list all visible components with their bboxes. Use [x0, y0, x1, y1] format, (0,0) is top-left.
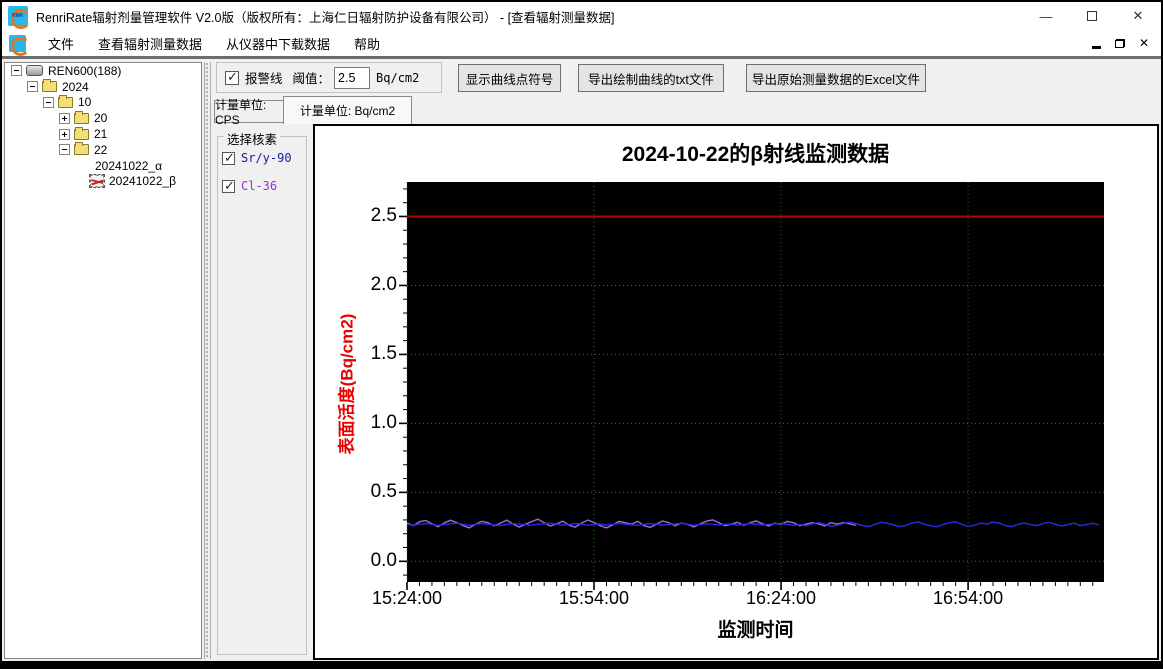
tree-item-20[interactable]: 20 [5, 110, 201, 126]
mdi-restore-icon[interactable] [1114, 38, 1125, 48]
tree-expander-minus-icon[interactable] [27, 81, 38, 93]
tree-expander-minus-icon[interactable] [59, 144, 70, 156]
maximize-button[interactable] [1069, 2, 1115, 30]
tree-expander-plus-icon[interactable] [59, 128, 70, 140]
tree-item-label: 20241022_α [95, 158, 163, 173]
tree-connector [75, 175, 86, 187]
nuclide-checkbox-cl-36[interactable] [222, 178, 235, 194]
tree-item-label: 10 [78, 95, 92, 110]
nuclide-select-group: 选择核素 Sr/y-90 Cl-36 [217, 129, 307, 655]
tree-item-20241022_α[interactable]: 20241022_α [5, 158, 201, 174]
nuclide-row-sr-y-90[interactable]: Sr/y-90 [222, 150, 306, 166]
app-window: RenriRate辐射剂量管理软件 V2.0版（版权所有：上海仁日辐射防护设备有… [0, 0, 1163, 669]
plot-area [399, 182, 1104, 590]
chart-title: 2024-10-22的β射线监测数据 [621, 143, 890, 166]
x-tick-label: 15:54:00 [558, 588, 630, 608]
y-tick-label: 1.5 [370, 343, 397, 365]
chart-canvas [399, 182, 1104, 590]
folder-icon [42, 79, 57, 93]
tree-expander-minus-icon[interactable] [11, 65, 22, 77]
title-bar: RenriRate辐射剂量管理软件 V2.0版（版权所有：上海仁日辐射防护设备有… [2, 2, 1161, 30]
nuclide-label-cl-36: Cl-36 [241, 179, 278, 193]
threshold-input[interactable] [334, 66, 371, 89]
threshold-label: 阈值： [292, 72, 331, 86]
menu-help[interactable]: 帮助 [342, 30, 392, 57]
chart-icon [89, 174, 105, 189]
tab-unit-cps[interactable]: 计量单位: CPS [214, 98, 283, 127]
tree-item-REN600(188)[interactable]: REN600(188) [5, 63, 201, 79]
tree-expander-plus-icon[interactable] [59, 112, 70, 124]
tree-item-21[interactable]: 21 [5, 126, 201, 142]
device-icon [26, 65, 43, 77]
alarm-line-checkbox[interactable] [225, 69, 239, 85]
folder-icon [74, 126, 89, 140]
nuclide-group-title: 选择核素 [224, 129, 281, 148]
panel-splitter[interactable] [204, 62, 211, 659]
window-title: RenriRate辐射剂量管理软件 V2.0版（版权所有：上海仁日辐射防护设备有… [36, 10, 615, 25]
folder-icon [74, 110, 89, 124]
nuclide-label-sr-y-90: Sr/y-90 [241, 151, 292, 165]
maximize-icon [1087, 11, 1097, 21]
mdi-close-icon[interactable]: ✕ [1139, 36, 1149, 50]
menu-download-from-instrument[interactable]: 从仪器中下载数据 [214, 30, 342, 57]
mdi-minimize-icon[interactable] [1091, 45, 1101, 49]
y-tick-label: 1.0 [370, 412, 397, 434]
close-button[interactable]: ✕ [1115, 2, 1161, 30]
x-tick-label: 16:24:00 [746, 588, 817, 608]
y-tick-label: 2.5 [370, 205, 397, 227]
y-tick-label: 0.0 [370, 550, 397, 572]
export-excel-button[interactable]: 导出原始测量数据的Excel文件 [746, 64, 926, 92]
tree-expander-minus-icon[interactable] [43, 96, 54, 108]
tab-unit-bqcm2[interactable]: 计量单位: Bq/cm2 [283, 96, 412, 124]
y-tick-label: 2.0 [370, 274, 397, 296]
x-tick-label: 16:54:00 [933, 588, 1004, 608]
alarm-line-label: 报警线 [245, 72, 283, 86]
device-tree: REN600(188) 2024 10 20 21 22 20241022_α 2024102… [4, 62, 202, 659]
tree-item-2024[interactable]: 2024 [5, 79, 201, 95]
mdi-child-icon [9, 34, 30, 56]
menu-bar: 文件 查看辐射测量数据 从仪器中下载数据 帮助 ✕ [2, 30, 1161, 59]
y-tick-label: 0.5 [370, 481, 397, 503]
tree-item-label: REN600(188) [48, 63, 122, 78]
tree-item-22[interactable]: 22 [5, 142, 201, 158]
tree-item-20241022_β[interactable]: 20241022_β [5, 174, 201, 190]
nuclide-checkbox-sr-y-90[interactable] [222, 150, 235, 166]
x-axis-title: 监测时间 [717, 620, 794, 641]
chart-panel: 2024-10-22的β射线监测数据 表面活度(Bq/cm2) 0.0 0.5 1.… [313, 124, 1159, 660]
tree-connector [75, 160, 86, 172]
minimize-button[interactable]: — [1023, 2, 1069, 30]
alarm-line-group: 报警线 阈值： Bq/cm2 [216, 62, 442, 93]
folder-icon [58, 94, 73, 108]
export-txt-button[interactable]: 导出绘制曲线的txt文件 [578, 64, 724, 92]
x-tick-label: 15:24:00 [371, 588, 443, 608]
menu-view-measurement-data[interactable]: 查看辐射测量数据 [86, 30, 214, 57]
tree-item-label: 2024 [62, 79, 89, 94]
tree-item-label: 22 [94, 142, 108, 157]
menu-file[interactable]: 文件 [36, 30, 86, 57]
tree-item-label: 20 [94, 111, 108, 126]
show-curve-points-button[interactable]: 显示曲线点符号 [458, 64, 561, 92]
tree-item-10[interactable]: 10 [5, 94, 201, 111]
threshold-unit: Bq/cm2 [376, 70, 420, 85]
app-logo-icon [8, 6, 31, 29]
folder-icon [74, 142, 89, 156]
tree-item-label: 20241022_β [109, 174, 176, 189]
tree-item-label: 21 [94, 127, 108, 142]
nuclide-row-cl-36[interactable]: Cl-36 [222, 178, 306, 194]
